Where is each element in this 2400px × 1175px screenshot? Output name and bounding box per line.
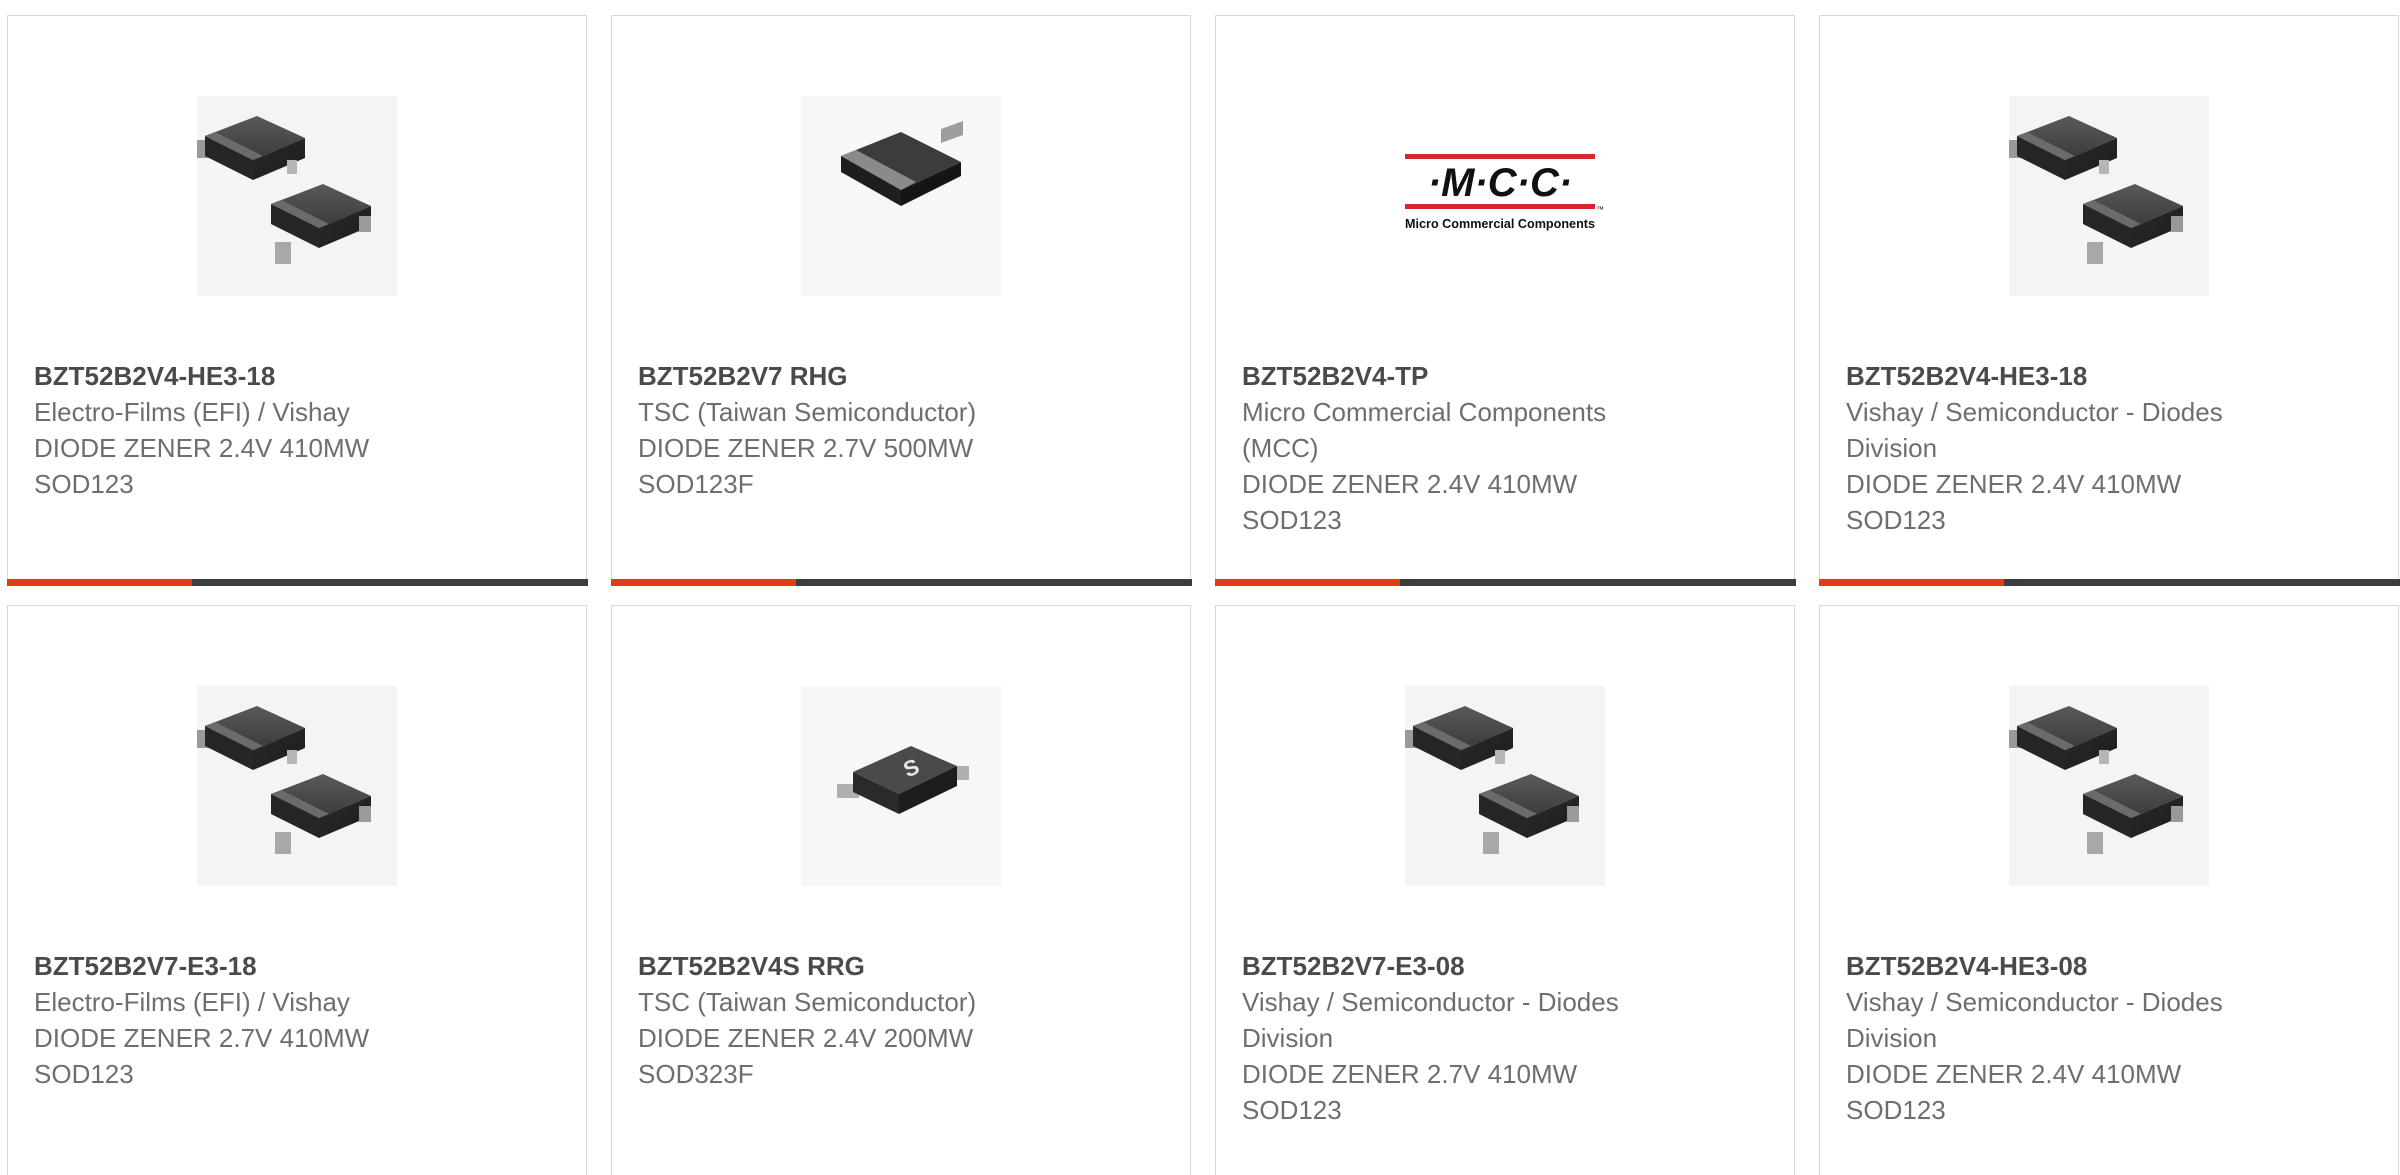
product-card[interactable]: ·M·C·C· ™ Micro Commercial Components BZ… bbox=[1214, 15, 1796, 586]
part-number[interactable]: BZT52B2V4-HE3-18 bbox=[1846, 358, 2372, 394]
mcc-logo: ·M·C·C· ™ Micro Commercial Components bbox=[1405, 154, 1604, 231]
package: SOD123 bbox=[1242, 505, 1342, 535]
manufacturer: Vishay / Semiconductor - Diodes Division bbox=[1846, 397, 2223, 463]
twin-sod123-diode-image bbox=[2009, 96, 2209, 296]
mcc-logo-subtitle: Micro Commercial Components bbox=[1405, 216, 1595, 231]
product-card[interactable]: BZT52B2V4-HE3-08 Vishay / Semiconductor … bbox=[1819, 605, 2399, 1175]
sod323f-diode-image: S bbox=[801, 686, 1001, 886]
twin-sod123-diode-image bbox=[1405, 686, 1605, 886]
product-image[interactable] bbox=[8, 86, 586, 306]
card-accent bbox=[1818, 578, 2004, 586]
description: DIODE ZENER 2.4V 410MW bbox=[1242, 469, 1578, 499]
package: SOD123F bbox=[638, 469, 754, 499]
part-number[interactable]: BZT52B2V4S RRG bbox=[638, 948, 1164, 984]
product-card[interactable]: BZT52B2V4-HE3-18 Vishay / Semiconductor … bbox=[1818, 15, 2400, 586]
description: DIODE ZENER 2.4V 410MW bbox=[1846, 469, 2182, 499]
product-grid: BZT52B2V4-HE3-18 Electro-Films (EFI) / V… bbox=[6, 15, 2400, 1175]
card-bottom-bar bbox=[1818, 578, 2400, 586]
card-accent bbox=[6, 578, 192, 586]
card-accent bbox=[610, 578, 796, 586]
product-image[interactable] bbox=[1216, 676, 1794, 896]
part-number[interactable]: BZT52B2V7-E3-18 bbox=[34, 948, 560, 984]
part-number[interactable]: BZT52B2V7-E3-08 bbox=[1242, 948, 1768, 984]
card-bottom-bar bbox=[6, 578, 588, 586]
part-number[interactable]: BZT52B2V4-HE3-08 bbox=[1846, 948, 2372, 984]
part-number[interactable]: BZT52B2V7 RHG bbox=[638, 358, 1164, 394]
product-image[interactable]: ·M·C·C· ™ Micro Commercial Components bbox=[1216, 86, 1794, 306]
manufacturer: TSC (Taiwan Semiconductor) bbox=[638, 987, 977, 1017]
package: SOD123 bbox=[1846, 505, 1946, 535]
description: DIODE ZENER 2.7V 500MW bbox=[638, 433, 974, 463]
description: DIODE ZENER 2.7V 410MW bbox=[34, 1023, 370, 1053]
sod123f-diode-image bbox=[801, 96, 1001, 296]
mcc-logo-tm: ™ bbox=[1596, 205, 1604, 214]
description: DIODE ZENER 2.4V 410MW bbox=[1846, 1059, 2182, 1089]
product-card[interactable]: BZT52B2V7 RHG TSC (Taiwan Semiconductor)… bbox=[610, 15, 1192, 586]
description: DIODE ZENER 2.7V 410MW bbox=[1242, 1059, 1578, 1089]
twin-sod123-diode-image bbox=[197, 686, 397, 886]
product-image[interactable]: S bbox=[612, 676, 1190, 896]
part-number[interactable]: BZT52B2V4-TP bbox=[1242, 358, 1768, 394]
mcc-logo-text: ·M·C·C· bbox=[1428, 161, 1572, 205]
description: DIODE ZENER 2.4V 410MW bbox=[34, 433, 370, 463]
product-card[interactable]: S BZT52B2V4S RRG TSC (Taiwan Semiconduct… bbox=[611, 605, 1191, 1175]
manufacturer: Vishay / Semiconductor - Diodes Division bbox=[1242, 987, 1619, 1053]
manufacturer: TSC (Taiwan Semiconductor) bbox=[638, 397, 977, 427]
product-card[interactable]: BZT52B2V7-E3-08 Vishay / Semiconductor -… bbox=[1215, 605, 1795, 1175]
package: SOD323F bbox=[638, 1059, 754, 1089]
product-image[interactable] bbox=[1820, 676, 2398, 896]
twin-sod123-diode-image bbox=[197, 96, 397, 296]
product-card[interactable]: BZT52B2V4-HE3-18 Electro-Films (EFI) / V… bbox=[6, 15, 588, 586]
product-image[interactable] bbox=[1820, 86, 2398, 306]
part-number[interactable]: BZT52B2V4-HE3-18 bbox=[34, 358, 560, 394]
product-card[interactable]: BZT52B2V7-E3-18 Electro-Films (EFI) / Vi… bbox=[7, 605, 587, 1175]
manufacturer: Electro-Films (EFI) / Vishay bbox=[34, 397, 350, 427]
twin-sod123-diode-image bbox=[2009, 686, 2209, 886]
card-bottom-bar bbox=[1214, 578, 1796, 586]
manufacturer: Micro Commercial Components (MCC) bbox=[1242, 397, 1607, 463]
product-image[interactable] bbox=[8, 676, 586, 896]
package: SOD123 bbox=[34, 469, 134, 499]
manufacturer: Electro-Films (EFI) / Vishay bbox=[34, 987, 350, 1017]
description: DIODE ZENER 2.4V 200MW bbox=[638, 1023, 974, 1053]
manufacturer: Vishay / Semiconductor - Diodes Division bbox=[1846, 987, 2223, 1053]
card-bottom-bar bbox=[610, 578, 1192, 586]
package: SOD123 bbox=[1242, 1095, 1342, 1125]
product-image[interactable] bbox=[612, 86, 1190, 306]
package: SOD123 bbox=[1846, 1095, 1946, 1125]
package: SOD123 bbox=[34, 1059, 134, 1089]
card-accent bbox=[1214, 578, 1400, 586]
